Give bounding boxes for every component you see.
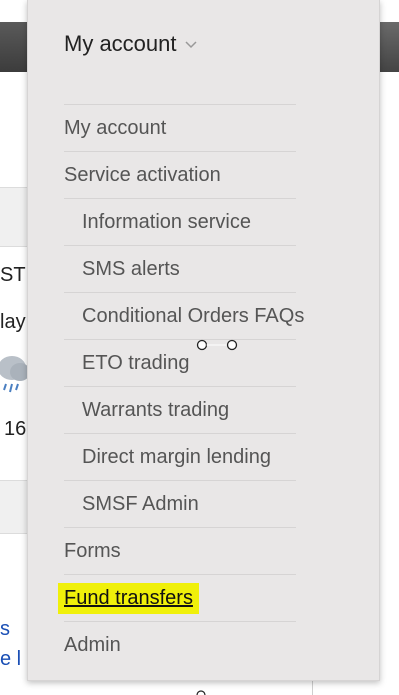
menu-item-conditional-orders-faqs[interactable]: Conditional Orders FAQs: [64, 292, 304, 339]
background-text: ST: [0, 264, 26, 286]
menu-item-label: Warrants trading: [82, 398, 230, 421]
menu-item-direct-margin-lending[interactable]: Direct margin lending: [64, 433, 296, 480]
menu-item-label: My account: [64, 116, 167, 139]
menu-item-my-account[interactable]: My account: [64, 104, 296, 151]
background-link[interactable]: s: [0, 618, 10, 641]
background-link[interactable]: e l: [0, 648, 21, 671]
menu-item-smsf-admin[interactable]: SMSF Admin: [64, 480, 296, 527]
background-text: lay: [0, 311, 26, 333]
menu-item-label: ETO trading: [82, 351, 190, 374]
menu-item-label: Forms: [64, 539, 121, 562]
menu-item-label: SMSF Admin: [82, 492, 199, 515]
menu-item-label: Direct margin lending: [82, 445, 271, 468]
menu-item-information-service[interactable]: Information service: [64, 198, 296, 245]
background-temperature: 16: [4, 418, 27, 440]
account-menu-list: My account Service activation Informatio…: [58, 104, 304, 668]
menu-item-label: Service activation: [64, 163, 221, 186]
rain-cloud-icon: [0, 356, 28, 393]
chevron-down-icon: [184, 41, 197, 49]
menu-item-service-activation[interactable]: Service activation: [64, 151, 296, 198]
menu-item-admin[interactable]: Admin: [64, 621, 296, 668]
menu-item-label: Admin: [64, 633, 121, 656]
menu-item-label: Information service: [82, 210, 251, 233]
background-panel: [0, 187, 30, 247]
menu-item-sms-alerts[interactable]: SMS alerts: [64, 245, 296, 292]
menu-item-fund-transfers[interactable]: Fund transfers: [58, 574, 296, 621]
account-menu-toggle[interactable]: My account: [64, 31, 197, 57]
menu-item-label-highlighted: Fund transfers: [58, 582, 199, 614]
cursor-indicator-icon: [196, 690, 206, 695]
top-header-bar-right: [377, 22, 399, 72]
menu-item-label: Conditional Orders FAQs: [82, 304, 305, 327]
menu-item-eto-trading[interactable]: ETO trading: [64, 339, 296, 386]
cursor-indicator-icon: [196, 339, 238, 351]
menu-item-forms[interactable]: Forms: [64, 527, 296, 574]
menu-title: My account: [64, 31, 177, 56]
page: ST lay 16 s e l My account My account Se…: [0, 0, 399, 695]
background-panel: [0, 480, 30, 534]
menu-item-warrants-trading[interactable]: Warrants trading: [64, 386, 296, 433]
menu-item-label: SMS alerts: [82, 257, 180, 280]
